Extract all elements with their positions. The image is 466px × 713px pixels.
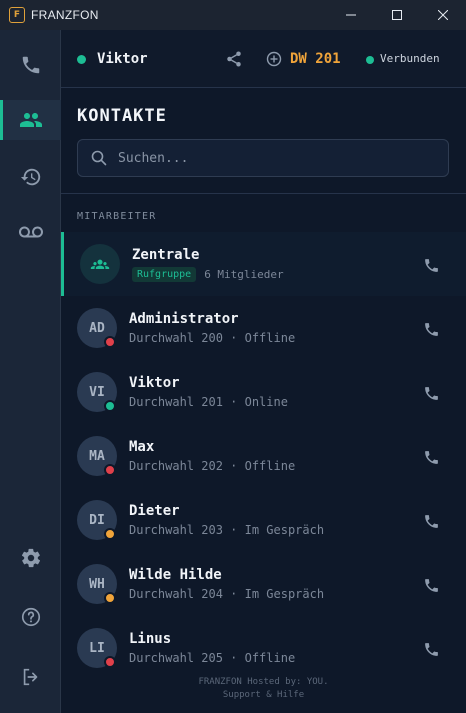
status-dot bbox=[104, 592, 116, 604]
header-bar: Viktor DW 201 Verbunden bbox=[61, 30, 466, 88]
call-button[interactable] bbox=[420, 382, 442, 404]
contact-subtitle: Durchwahl 205 · Offline bbox=[129, 651, 296, 665]
contact-row[interactable]: MA Max Durchwahl 202 · Offline bbox=[61, 424, 466, 488]
status-dot bbox=[104, 528, 116, 540]
group-avatar bbox=[80, 244, 120, 284]
group-name: Zentrale bbox=[132, 247, 200, 263]
users-icon bbox=[90, 259, 110, 269]
nav-voicemail[interactable] bbox=[0, 212, 61, 252]
search-icon bbox=[91, 150, 107, 170]
app-title: FRANZFON bbox=[31, 8, 99, 22]
title-bar: F FRANZFON bbox=[0, 0, 466, 30]
phone-icon bbox=[424, 514, 438, 528]
contact-name: Dieter bbox=[129, 503, 180, 519]
phone-icon bbox=[22, 56, 39, 74]
call-button[interactable] bbox=[420, 254, 442, 276]
phone-icon bbox=[424, 386, 438, 400]
contact-name: Wilde Hilde bbox=[129, 567, 222, 583]
current-user-name: Viktor bbox=[97, 51, 148, 67]
search-input[interactable] bbox=[118, 140, 438, 176]
search-box[interactable] bbox=[77, 139, 449, 177]
status-dot bbox=[104, 400, 116, 412]
share-icon bbox=[227, 51, 241, 67]
maximize-icon bbox=[392, 10, 402, 20]
phone-icon bbox=[424, 322, 438, 336]
nav-settings[interactable] bbox=[0, 538, 61, 578]
nav-help[interactable] bbox=[0, 597, 61, 637]
maximize-button[interactable] bbox=[374, 0, 420, 30]
nav-history[interactable] bbox=[0, 157, 61, 197]
contact-name: Viktor bbox=[129, 375, 180, 391]
share-button[interactable] bbox=[225, 50, 243, 72]
call-button[interactable] bbox=[420, 510, 442, 532]
divider bbox=[61, 193, 466, 194]
contact-subtitle: Durchwahl 203 · Im Gespräch bbox=[129, 523, 325, 537]
nav-logout[interactable] bbox=[0, 657, 61, 697]
contact-name: Administrator bbox=[129, 311, 239, 327]
status-dot bbox=[104, 464, 116, 476]
section-label: MITARBEITER bbox=[77, 211, 157, 222]
phone-icon bbox=[424, 642, 438, 656]
nav-phone[interactable] bbox=[0, 45, 61, 85]
help-icon bbox=[21, 607, 40, 627]
extension-icon bbox=[266, 51, 282, 71]
app-logo: F bbox=[9, 7, 25, 23]
sidebar bbox=[0, 30, 61, 713]
logout-icon bbox=[23, 668, 37, 686]
close-icon bbox=[438, 10, 448, 20]
call-button[interactable] bbox=[420, 446, 442, 468]
nav-contacts[interactable] bbox=[0, 100, 61, 140]
contact-row[interactable]: VI Viktor Durchwahl 201 · Online bbox=[61, 360, 466, 424]
call-button[interactable] bbox=[420, 318, 442, 340]
group-meta: Rufgruppe 6 Mitglieder bbox=[132, 267, 284, 282]
contact-row[interactable]: AD Administrator Durchwahl 200 · Offline bbox=[61, 296, 466, 360]
contact-name: Max bbox=[129, 439, 155, 455]
status-dot bbox=[104, 336, 116, 348]
extension-label[interactable]: DW 201 bbox=[290, 51, 341, 67]
phone-icon bbox=[424, 578, 438, 592]
voicemail-icon bbox=[18, 226, 43, 238]
connection-status-dot bbox=[366, 56, 374, 64]
call-button[interactable] bbox=[420, 574, 442, 596]
contact-subtitle: Durchwahl 201 · Online bbox=[129, 395, 288, 409]
contact-row[interactable]: DI Dieter Durchwahl 203 · Im Gespräch bbox=[61, 488, 466, 552]
phone-icon bbox=[424, 258, 438, 272]
settings-icon bbox=[21, 548, 40, 568]
contact-subtitle: Durchwahl 204 · Im Gespräch bbox=[129, 587, 325, 601]
footer-hosted: FRANZFON Hosted by: YOU. bbox=[198, 677, 329, 687]
user-status-dot bbox=[77, 55, 86, 64]
contact-row[interactable]: LI Linus Durchwahl 205 · Offline bbox=[61, 616, 466, 680]
call-button[interactable] bbox=[420, 638, 442, 660]
minimize-icon bbox=[346, 14, 356, 16]
minimize-button[interactable] bbox=[328, 0, 374, 30]
page-title: KONTAKTE bbox=[77, 106, 167, 126]
contact-subtitle: Durchwahl 200 · Offline bbox=[129, 331, 296, 345]
status-dot bbox=[104, 656, 116, 668]
phone-icon bbox=[424, 450, 438, 464]
contacts-icon bbox=[19, 113, 42, 127]
contact-name: Linus bbox=[129, 631, 172, 647]
footer-support-link[interactable]: Support & Hilfe bbox=[61, 689, 466, 702]
contact-subtitle: Durchwahl 202 · Offline bbox=[129, 459, 296, 473]
group-row[interactable]: Zentrale Rufgruppe 6 Mitglieder bbox=[61, 232, 466, 296]
history-icon bbox=[20, 168, 40, 186]
footer: FRANZFON Hosted by: YOU. Support & Hilfe bbox=[61, 676, 466, 702]
group-badge: Rufgruppe bbox=[132, 267, 197, 282]
group-members: 6 Mitglieder bbox=[204, 268, 284, 281]
contact-row[interactable]: WH Wilde Hilde Durchwahl 204 · Im Gespräch bbox=[61, 552, 466, 616]
close-button[interactable] bbox=[420, 0, 466, 30]
connection-status-label: Verbunden bbox=[380, 52, 440, 65]
